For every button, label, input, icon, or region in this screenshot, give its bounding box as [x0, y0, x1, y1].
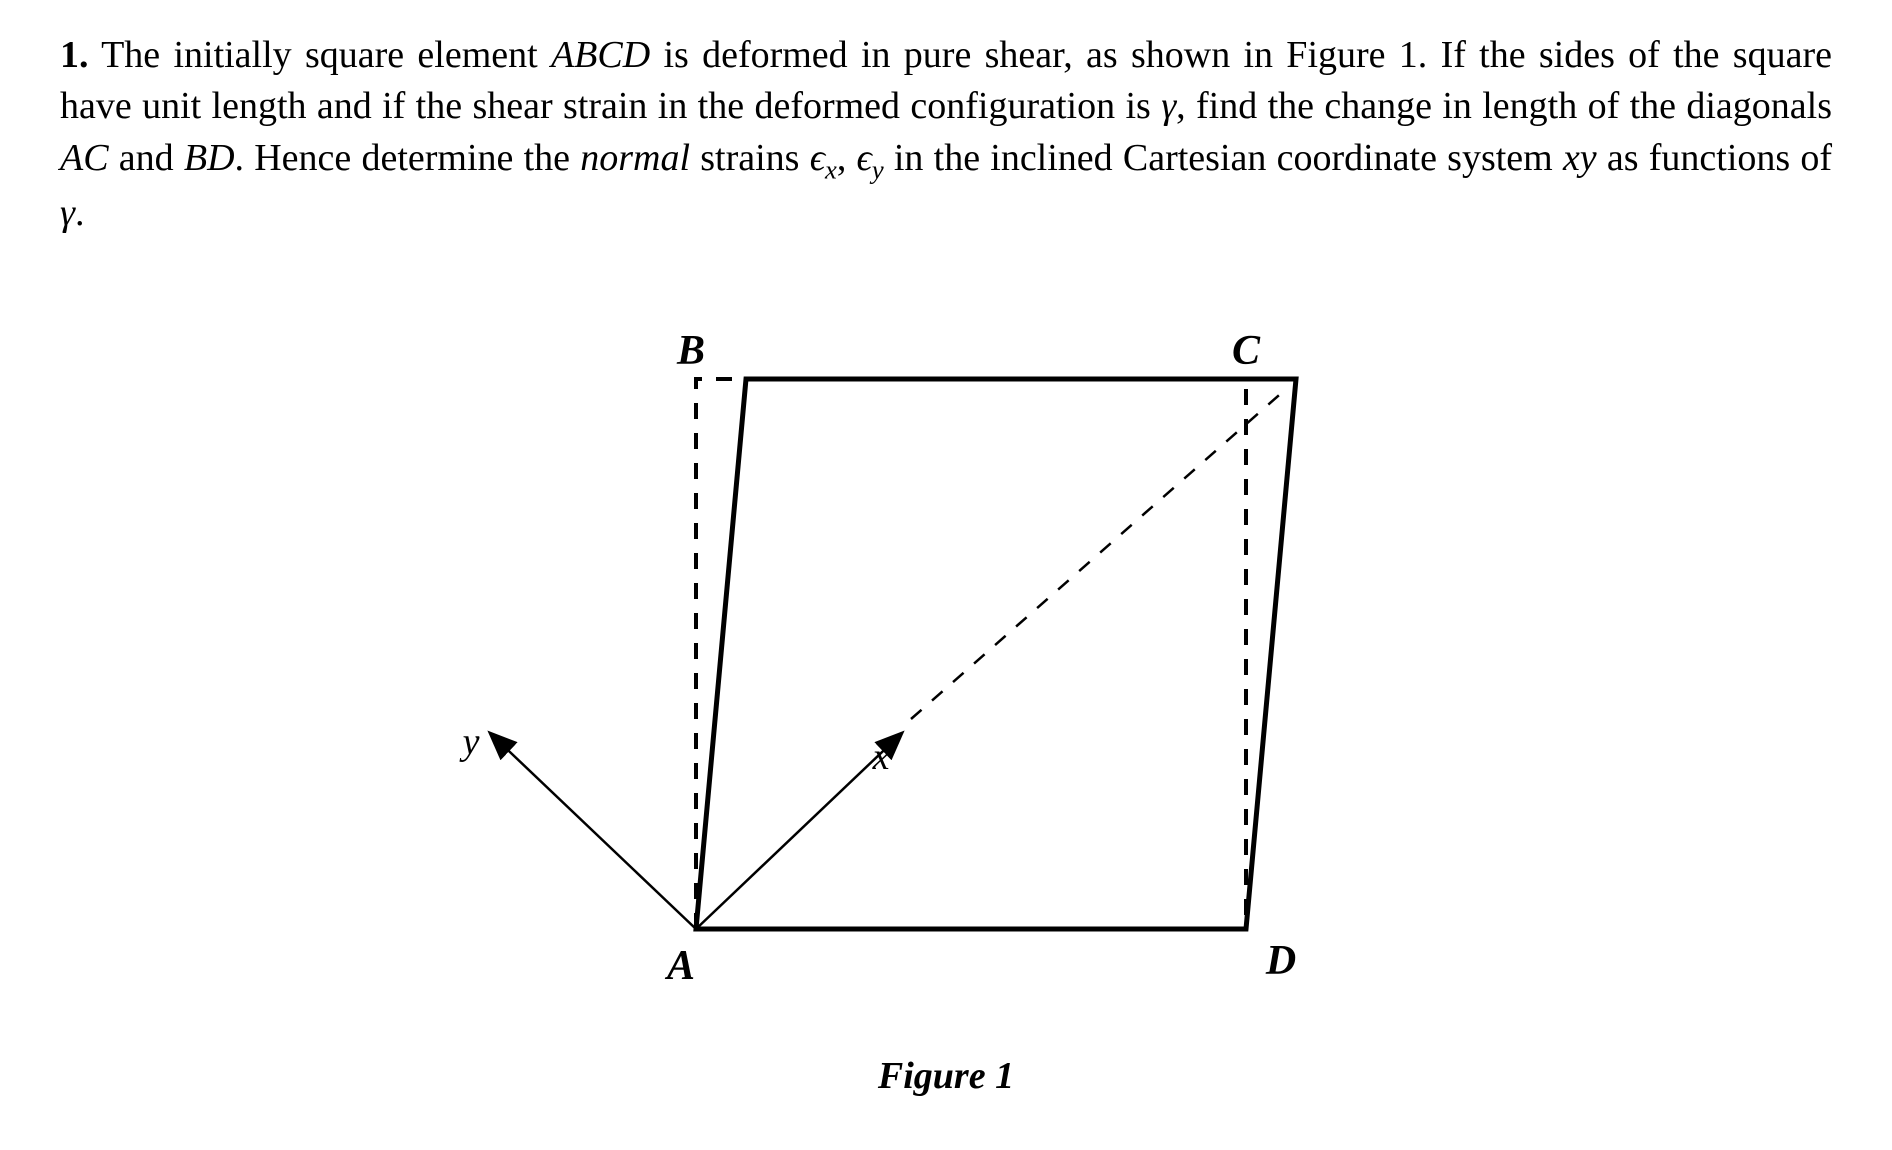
- label-xy: xy: [1563, 137, 1597, 179]
- axis-x: [696, 734, 901, 929]
- text-p6: strains: [690, 137, 810, 179]
- text-p5: . Hence determine the: [235, 137, 581, 179]
- figure-caption: Figure 1: [346, 1054, 1546, 1098]
- label-axis-y: y: [459, 721, 480, 763]
- sub-x: x: [825, 154, 837, 184]
- page: 1. The initially square element ABCD is …: [0, 0, 1892, 1150]
- text-period: .: [75, 192, 85, 234]
- figure-1: B C A D y x Figure 1: [346, 279, 1546, 1079]
- symbol-gamma-1: γ: [1161, 85, 1176, 127]
- text-p8: as functions of: [1597, 137, 1832, 179]
- problem-statement: 1. The initially square element ABCD is …: [60, 30, 1832, 239]
- comma: ,: [837, 137, 857, 179]
- label-B: B: [676, 328, 705, 374]
- label-abcd: ABCD: [551, 34, 650, 76]
- label-axis-x: x: [872, 736, 890, 778]
- axis-y: [491, 734, 696, 929]
- label-bd: BD: [184, 137, 235, 179]
- label-C: C: [1232, 328, 1261, 374]
- symbol-eps-y: ϵ: [857, 137, 872, 179]
- label-ac: AC: [60, 137, 109, 179]
- text-p4: and: [109, 137, 184, 179]
- sub-y: y: [872, 154, 884, 184]
- label-A: A: [664, 943, 695, 989]
- text-p7: in the inclined Cartesian coordinate sys…: [884, 137, 1563, 179]
- symbol-eps-x: ϵ: [810, 137, 825, 179]
- original-square: [696, 379, 1246, 929]
- diagonal-ac-dashed: [911, 389, 1286, 719]
- symbol-gamma-2: γ: [60, 192, 75, 234]
- problem-number: 1.: [60, 34, 89, 76]
- text-p1: The initially square element: [101, 34, 551, 76]
- label-D: D: [1265, 938, 1296, 984]
- text-p3: , find the change in length of the diago…: [1176, 85, 1832, 127]
- figure-svg: B C A D y x: [346, 279, 1546, 1029]
- word-normal: normal: [580, 137, 690, 179]
- deformed-parallelogram: [696, 379, 1296, 929]
